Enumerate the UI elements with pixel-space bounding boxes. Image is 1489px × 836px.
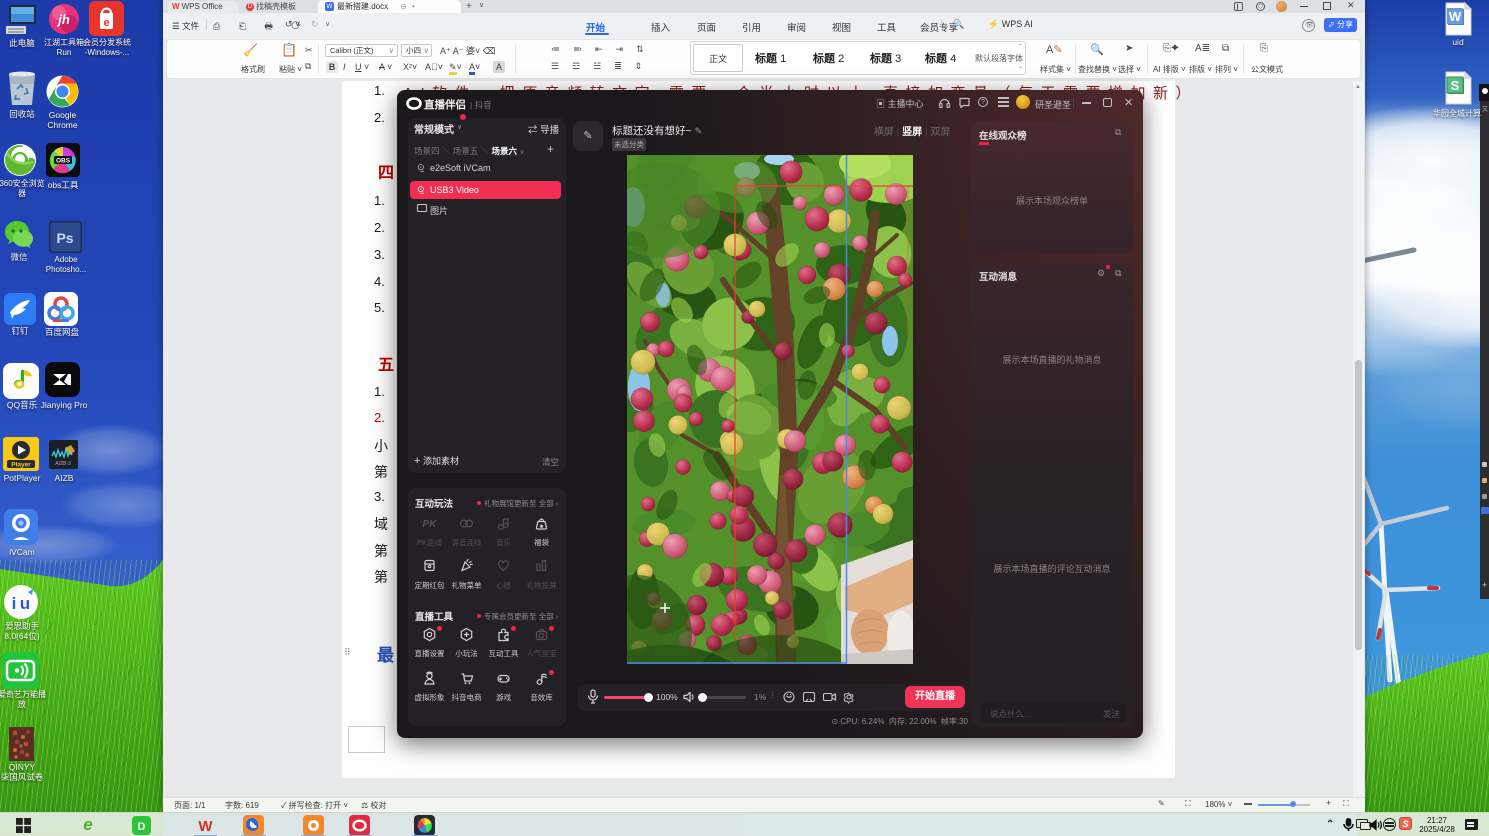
svg-text:jh: jh [56, 12, 70, 27]
svg-text:W: W [198, 818, 213, 835]
svg-text:Ps: Ps [56, 230, 73, 246]
svg-text:PK: PK [423, 519, 437, 530]
svg-text:S: S [1451, 78, 1460, 93]
svg-text:AIZB-3: AIZB-3 [55, 461, 71, 467]
svg-text:i: i [12, 594, 17, 613]
svg-text:D: D [138, 821, 146, 833]
svg-text:Player: Player [11, 462, 31, 469]
svg-text:e: e [103, 17, 109, 29]
svg-text:OBS: OBS [56, 158, 71, 165]
svg-text:W: W [1449, 9, 1462, 24]
svg-text:u: u [20, 594, 30, 613]
